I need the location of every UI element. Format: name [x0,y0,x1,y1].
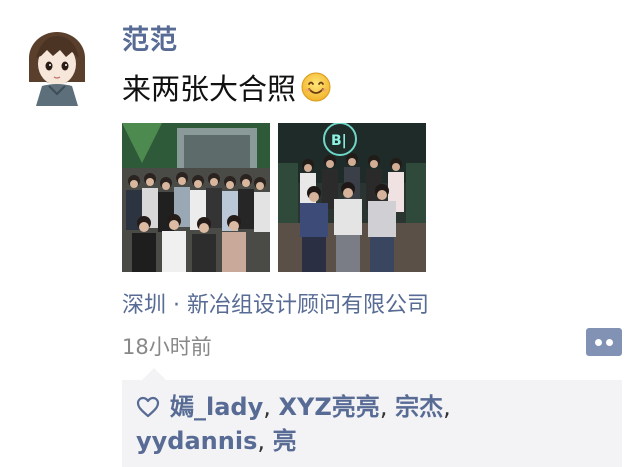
avatar[interactable] [22,24,92,106]
like-name[interactable]: 嫣_lady [170,393,263,421]
comment-dot [595,339,602,346]
post-caption: 来两张大合照 [122,66,332,108]
smiley-icon [300,71,332,103]
svg-text:B|: B| [331,133,347,149]
username[interactable]: 范范 [122,18,178,57]
like-separator: , [263,393,279,421]
like-separator: , [379,393,396,421]
likes-list: 嫣_lady, XYZ亮亮, 宗杰, yydannis, 亮 [136,390,611,458]
like-name[interactable]: 宗杰 [395,393,443,421]
caption-text: 来两张大合照 [122,72,297,106]
location-link[interactable]: 深圳 · 新冶组设计顾问有限公司 [122,287,429,319]
like-name[interactable]: yydannis [136,427,257,455]
likes-box-pointer [142,368,166,380]
post-photo-1[interactable] [122,123,270,272]
like-separator: , [443,393,451,421]
comment-dots-icon[interactable] [586,328,622,356]
like-name[interactable]: XYZ亮亮 [279,393,380,421]
comment-dot [606,339,613,346]
post-photo-2[interactable]: B| [278,123,426,272]
likes-box: 嫣_lady, XYZ亮亮, 宗杰, yydannis, 亮 [122,380,622,467]
post-time: 18小时前 [122,335,212,359]
like-separator: , [257,427,273,455]
heart-outline-icon [136,393,160,418]
like-name[interactable]: 亮 [273,427,297,455]
moments-post: 范范 来两张大合照 B| 深圳 · 新冶组设计顾问有限公司 18小时前 嫣_la… [0,0,640,467]
